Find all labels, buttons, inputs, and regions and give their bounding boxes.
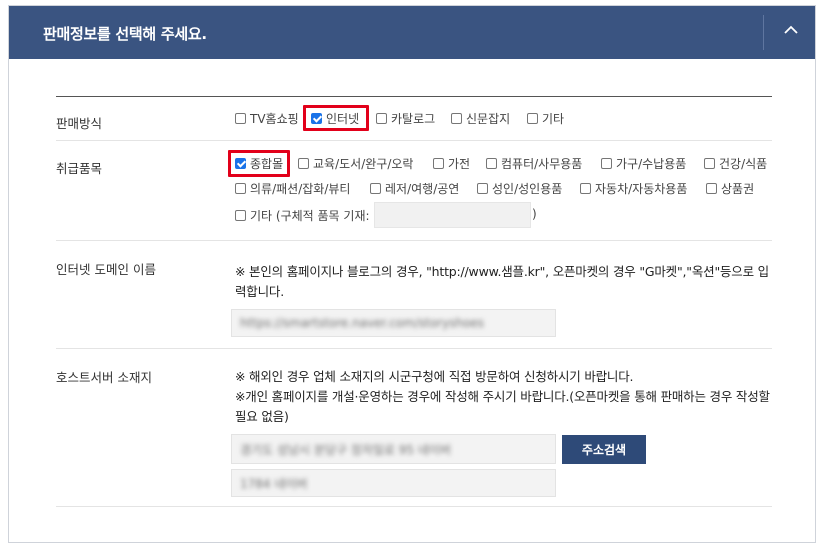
host-note-overseas: ※ 해외인 경우 업체 소재지의 시군구청에 직접 방문하여 신청하시기 바랍니… xyxy=(235,369,634,384)
option-catalog[interactable]: 카탈로그 xyxy=(376,110,435,126)
chevron-up-icon xyxy=(784,25,798,34)
address-detail-input[interactable]: 1784 네이버 xyxy=(231,469,556,497)
address-search-button[interactable]: 주소검색 xyxy=(562,435,646,464)
product-types-label: 취급품목 xyxy=(56,161,103,176)
option-etc-product[interactable]: 기타 (구체적 품목 기재: xyxy=(235,207,370,223)
checkbox[interactable] xyxy=(486,157,497,169)
domain-label: 인터넷 도메인 이름 xyxy=(56,262,156,277)
host-note-personal: ※개인 홈페이지를 개설·운영하는 경우에 작성해 주시기 바랍니다.(오픈마켓… xyxy=(235,389,770,424)
panel-title: 판매정보를 선택해 주세요. xyxy=(43,25,207,43)
row-divider xyxy=(56,348,772,349)
checkbox[interactable] xyxy=(706,182,717,194)
table-top-rule xyxy=(56,96,772,97)
option-clothing-fashion-beauty[interactable]: 의류/패션/잡화/뷰티 xyxy=(235,180,350,196)
close-paren: ) xyxy=(532,207,537,221)
option-general-mall[interactable]: 종합몰 xyxy=(235,155,283,171)
option-health-food[interactable]: 건강/식품 xyxy=(704,155,767,171)
row-divider xyxy=(56,506,772,507)
address-input[interactable]: 경기도 성남시 분당구 정자일로 95 네이버 xyxy=(231,434,556,464)
checkbox[interactable] xyxy=(370,182,381,194)
option-furniture-storage[interactable]: 가구/수납용품 xyxy=(601,155,686,171)
domain-note: ※ 본인의 홈페이지나 블로그의 경우, "http://www.샘플.kr",… xyxy=(235,264,769,299)
host-label: 호스트서버 소재지 xyxy=(56,370,152,385)
checkbox[interactable] xyxy=(298,157,309,169)
domain-input[interactable]: https://smartstore.naver.com/storyshoes xyxy=(231,309,556,337)
option-education-books-toys[interactable]: 교육/도서/완구/오락 xyxy=(298,155,413,171)
checkbox[interactable] xyxy=(477,182,488,194)
option-adult[interactable]: 성인/성인용품 xyxy=(477,180,562,196)
checkbox[interactable] xyxy=(235,182,246,194)
checkbox[interactable] xyxy=(527,112,538,124)
checkbox-checked[interactable] xyxy=(311,112,322,124)
row-divider xyxy=(56,140,772,141)
option-etc[interactable]: 기타 xyxy=(527,110,564,126)
header-divider xyxy=(763,15,764,50)
option-tv-homeshopping[interactable]: TV홈쇼핑 xyxy=(235,110,299,126)
sales-method-label: 판매방식 xyxy=(56,116,103,131)
checkbox[interactable] xyxy=(451,112,462,124)
collapse-button[interactable] xyxy=(773,12,809,52)
option-gift-certificate[interactable]: 상품권 xyxy=(706,180,754,196)
option-appliances[interactable]: 가전 xyxy=(433,155,470,171)
checkbox[interactable] xyxy=(235,112,246,124)
option-automotive[interactable]: 자동차/자동차용품 xyxy=(580,180,687,196)
checkbox[interactable] xyxy=(433,157,444,169)
option-newspaper-magazine[interactable]: 신문잡지 xyxy=(451,110,510,126)
panel-header: 판매정보를 선택해 주세요. xyxy=(9,6,815,59)
option-leisure-travel-show[interactable]: 레저/여행/공연 xyxy=(370,180,459,196)
option-computer-office[interactable]: 컴퓨터/사무용품 xyxy=(486,155,582,171)
checkbox[interactable] xyxy=(235,209,246,221)
checkbox[interactable] xyxy=(601,157,612,169)
checkbox[interactable] xyxy=(580,182,591,194)
sales-info-panel: 판매정보를 선택해 주세요. 판매방식 TV홈쇼핑 인터넷 카탈로그 신문잡지 … xyxy=(8,5,816,543)
row-divider xyxy=(56,240,772,241)
checkbox[interactable] xyxy=(704,157,715,169)
checkbox[interactable] xyxy=(376,112,387,124)
option-internet[interactable]: 인터넷 xyxy=(311,110,359,126)
checkbox-checked[interactable] xyxy=(235,157,246,169)
etc-product-input[interactable] xyxy=(374,202,531,228)
